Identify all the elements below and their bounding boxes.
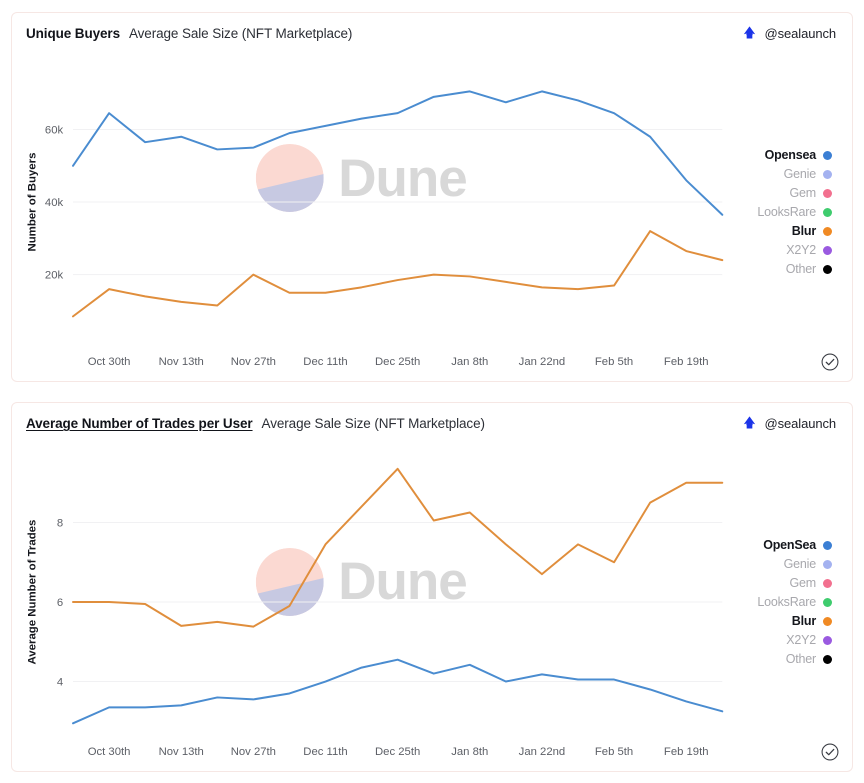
legend-item-genie[interactable]: Genie: [784, 167, 832, 181]
verified-check-icon: [821, 743, 839, 761]
legend-item-label: Genie: [783, 557, 817, 571]
card-title-group: Average Number of Trades per User Averag…: [26, 416, 485, 431]
legend-item-label: LooksRare: [757, 595, 816, 609]
legend-color-dot: [823, 226, 832, 236]
chart-plot-area-1[interactable]: Dune 20k 40k 60k Number of Buyers Oct 30th No…: [12, 43, 740, 381]
x-axis-tick-label: Oct 30th: [88, 356, 131, 368]
legend-color-dot: [823, 207, 832, 217]
card-body: Dune 20k 40k 60k Number of Buyers Oct 30th No…: [12, 43, 852, 381]
legend-color-dot: [823, 635, 832, 645]
card-header: Average Number of Trades per User Averag…: [12, 403, 852, 433]
legend-item-label: Genie: [783, 167, 817, 181]
average-trades-card: Average Number of Trades per User Averag…: [11, 402, 853, 772]
brand-handle: @sealaunch: [764, 26, 837, 41]
brand-credit[interactable]: @sealaunch: [741, 415, 838, 432]
series-line-opensea: [72, 658, 724, 725]
legend-color-dot: [823, 188, 832, 198]
legend-item-label: Other: [785, 262, 816, 276]
card-subtitle: Average Sale Size (NFT Marketplace): [128, 26, 353, 41]
series-line-blur: [72, 467, 724, 628]
chart-plot-area-2[interactable]: Dune 4 6 8 Average Number of Trades Oct 30th…: [12, 433, 740, 771]
unique-buyers-card: Unique Buyers Average Sale Size (NFT Mar…: [11, 12, 853, 382]
legend-item-blur[interactable]: Blur: [792, 614, 832, 628]
chart-legend-2[interactable]: OpenSea Genie Gem LooksRare Blur X2Y2 Other: [740, 433, 852, 771]
brand-handle: @sealaunch: [764, 416, 837, 431]
x-axis-tick-label: Jan 22nd: [519, 356, 566, 368]
page-title[interactable]: Average Number of Trades per User: [26, 416, 253, 431]
legend-color-dot: [823, 559, 832, 569]
legend-item-looksrare[interactable]: LooksRare: [757, 205, 832, 219]
legend-item-opensea[interactable]: OpenSea: [763, 538, 832, 552]
x-axis-tick-label: Feb 19th: [664, 746, 709, 758]
card-title-group: Unique Buyers Average Sale Size (NFT Mar…: [26, 26, 352, 41]
x-axis-tick-label: Feb 5th: [595, 356, 633, 368]
legend-color-dot: [823, 150, 832, 160]
brand-credit[interactable]: @sealaunch: [741, 25, 838, 42]
card-body: Dune 4 6 8 Average Number of Trades Oct 30th…: [12, 433, 852, 771]
card-subtitle: Average Sale Size (NFT Marketplace): [261, 416, 485, 431]
legend-item-label: Other: [785, 652, 816, 666]
x-axis-tick-label: Nov 13th: [159, 356, 204, 368]
legend-item-label: Blur: [791, 224, 816, 238]
line-chart-unique-buyers: 20k 40k 60k Number of Buyers Oct 30th Nov 13t…: [27, 90, 724, 368]
legend-item-gem[interactable]: Gem: [789, 576, 832, 590]
legend-item-other[interactable]: Other: [786, 652, 832, 666]
legend-color-dot: [823, 264, 832, 274]
y-axis-tick-label: 40k: [45, 197, 64, 209]
legend-item-label: Opensea: [764, 148, 817, 162]
x-axis-tick-label: Nov 27th: [231, 746, 276, 758]
x-axis-tick-label: Jan 8th: [451, 746, 488, 758]
legend-item-blur[interactable]: Blur: [792, 224, 832, 238]
verified-check-icon: [821, 353, 839, 371]
sealaunch-logo-icon: [743, 26, 755, 39]
series-line-blur: [72, 230, 724, 318]
x-axis-tick-label: Nov 13th: [159, 746, 204, 758]
legend-item-label: X2Y2: [786, 633, 816, 647]
legend-color-dot: [823, 597, 832, 607]
x-axis-tick-label: Dec 25th: [375, 746, 420, 758]
dashboard-page: Unique Buyers Average Sale Size (NFT Mar…: [0, 0, 864, 783]
legend-item-label: X2Y2: [786, 243, 816, 257]
legend-item-label: Gem: [789, 576, 817, 590]
y-axis-title: Average Number of Trades: [27, 520, 39, 665]
series-line-opensea: [72, 90, 724, 216]
page-title: Unique Buyers: [26, 26, 120, 41]
x-axis-tick-label: Dec 11th: [303, 746, 347, 758]
legend-item-other[interactable]: Other: [786, 262, 832, 276]
sealaunch-logo-icon: [743, 416, 755, 429]
x-axis-tick-label: Jan 22nd: [519, 746, 566, 758]
legend-color-dot: [823, 654, 832, 664]
x-axis-tick-label: Oct 30th: [88, 746, 131, 758]
legend-color-dot: [823, 245, 832, 255]
legend-item-label: Gem: [789, 186, 817, 200]
legend-color-dot: [823, 578, 832, 588]
x-axis-tick-label: Dec 11th: [303, 356, 347, 368]
y-axis-tick-label: 6: [57, 597, 63, 609]
legend-item-x2y2[interactable]: X2Y2: [786, 243, 832, 257]
legend-item-label: Blur: [791, 614, 816, 628]
x-axis-tick-label: Nov 27th: [231, 356, 276, 368]
legend-item-looksrare[interactable]: LooksRare: [757, 595, 832, 609]
y-axis-tick-label: 60k: [45, 124, 64, 136]
line-chart-average-trades: 4 6 8 Average Number of Trades Oct 30th Nov 1…: [27, 467, 724, 758]
x-axis-tick-label: Jan 8th: [451, 356, 488, 368]
legend-color-dot: [823, 169, 832, 179]
legend-item-x2y2[interactable]: X2Y2: [786, 633, 832, 647]
y-axis-title: Number of Buyers: [27, 153, 39, 252]
x-axis-tick-label: Feb 19th: [664, 356, 709, 368]
legend-color-dot: [823, 616, 832, 626]
y-axis-tick-label: 20k: [45, 270, 64, 282]
x-axis-tick-label: Feb 5th: [595, 746, 633, 758]
legend-item-gem[interactable]: Gem: [789, 186, 832, 200]
x-axis-tick-label: Dec 25th: [375, 356, 420, 368]
card-header: Unique Buyers Average Sale Size (NFT Mar…: [12, 13, 852, 43]
legend-item-genie[interactable]: Genie: [784, 557, 832, 571]
y-axis-tick-label: 8: [57, 517, 63, 529]
chart-legend-1[interactable]: Opensea Genie Gem LooksRare Blur X2Y2 Other: [740, 43, 852, 381]
legend-item-label: OpenSea: [763, 538, 816, 552]
y-axis-tick-label: 4: [57, 676, 63, 688]
legend-item-label: LooksRare: [757, 205, 816, 219]
legend-color-dot: [823, 540, 832, 550]
legend-item-opensea[interactable]: Opensea: [765, 148, 832, 162]
